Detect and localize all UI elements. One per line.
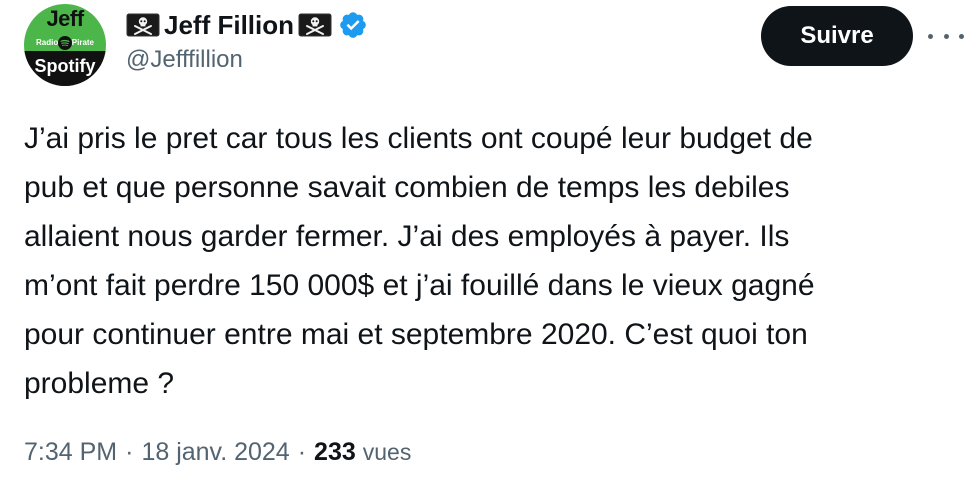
avatar-right-small: Pirate — [71, 38, 94, 47]
author-name-row[interactable]: Jeff Fillion — [126, 8, 368, 42]
spotify-icon — [58, 36, 72, 50]
avatar-middle: Radio Pirate — [24, 36, 106, 50]
jolly-roger-flag-icon — [126, 13, 160, 37]
tweet-meta: 7:34 PM · 18 janv. 2024 · 233 vues — [24, 432, 411, 472]
meta-separator: · — [297, 437, 307, 466]
more-options-icon[interactable] — [928, 22, 964, 50]
views-count[interactable]: 233 — [314, 438, 356, 467]
avatar-left-small: Radio — [36, 38, 59, 47]
tweet-text-line: probleme ? — [24, 367, 175, 400]
tweet-text-line: J’ai pris le pret car tous les clients o… — [24, 122, 813, 155]
tweet-text-line: allaient nous garder fermer. J’ai des em… — [24, 220, 790, 253]
verified-badge-icon — [340, 12, 366, 38]
author-name[interactable]: Jeff Fillion — [164, 10, 294, 41]
avatar[interactable]: Jeff Radio Pirate Spotify — [24, 4, 106, 86]
follow-button[interactable]: Suivre — [761, 6, 913, 66]
avatar-top-text: Jeff — [46, 6, 84, 31]
avatar-bottom-text: Spotify — [24, 51, 106, 86]
tweet-date[interactable]: 18 janv. 2024 — [141, 438, 289, 467]
jolly-roger-flag-icon — [298, 13, 332, 37]
tweet-time[interactable]: 7:34 PM — [24, 438, 117, 467]
meta-separator: · — [125, 437, 134, 466]
tweet-text-line: pour continuer entre mai et septembre 20… — [24, 318, 808, 351]
tweet-text-line: pub et que personne savait combien de te… — [24, 171, 790, 204]
tweet-text-line: m’ont fait perdre 150 000$ et j’ai fouil… — [24, 269, 815, 302]
tweet-text: J’ai pris le pret car tous les clients o… — [24, 114, 964, 408]
tweet-card: Jeff Radio Pirate Spotify Jeff Fillion @… — [0, 0, 976, 500]
views-label: vues — [362, 438, 412, 465]
author-handle[interactable]: @Jefffillion — [126, 46, 243, 74]
